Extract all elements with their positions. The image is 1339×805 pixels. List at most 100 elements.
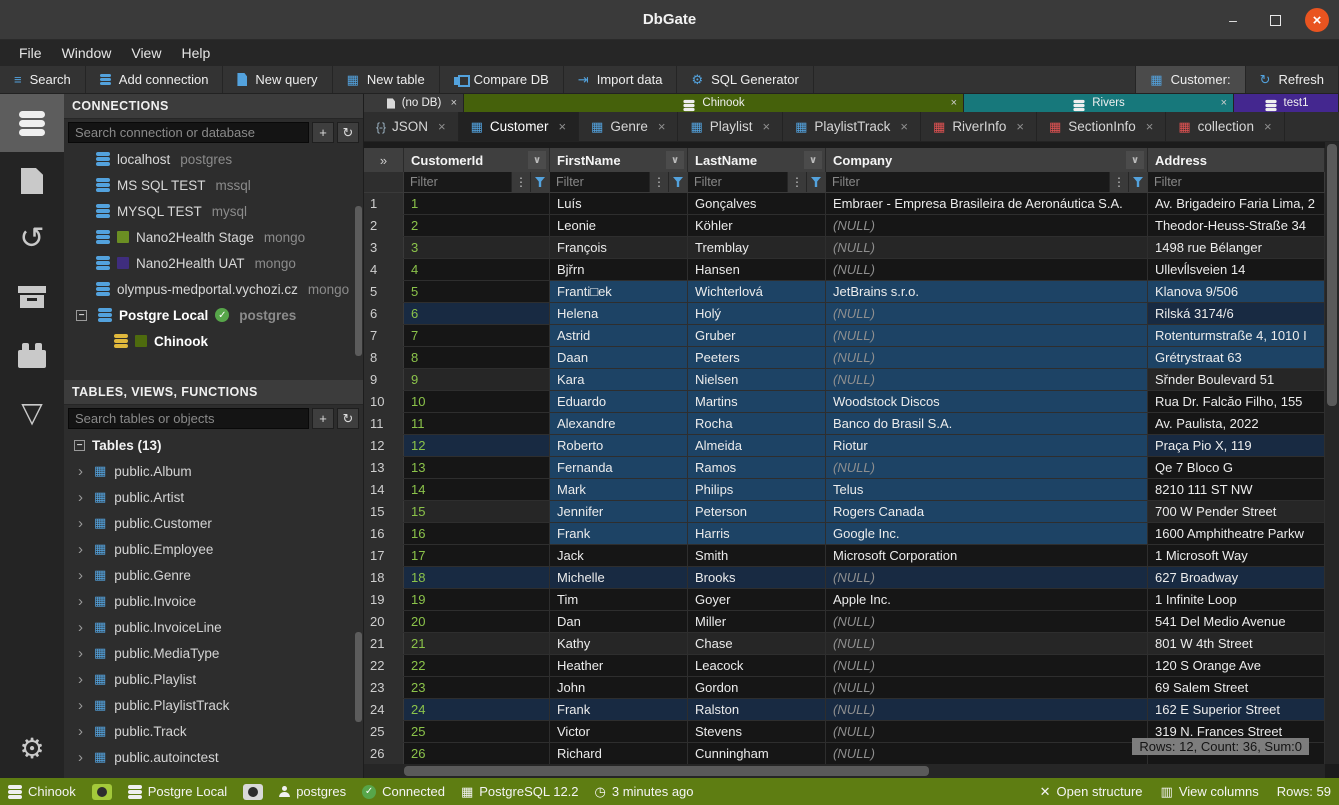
cell-last[interactable]: Harris (688, 523, 826, 544)
filter-input-last[interactable]: Filter (688, 172, 787, 192)
chevron-down-icon[interactable]: ∨ (1126, 151, 1144, 169)
cell-company[interactable]: (NULL) (826, 303, 1148, 324)
cell-address[interactable]: 1498 rue Bélanger (1148, 237, 1325, 258)
cell-first[interactable]: Frank (550, 699, 688, 720)
chevron-down-icon[interactable]: ∨ (528, 151, 546, 169)
cell-address[interactable]: 1600 Amphitheatre Parkw (1148, 523, 1325, 544)
row-number[interactable]: 22 (364, 655, 404, 676)
status-postgre-local[interactable]: Postgre Local (128, 784, 228, 799)
cell-id[interactable]: 9 (404, 369, 550, 390)
tab-customer[interactable]: ▦Customer × (459, 112, 579, 141)
tables-plus-button[interactable]: + (312, 408, 334, 429)
column-header-company[interactable]: Company ∨ (826, 148, 1148, 172)
cell-first[interactable]: Mark (550, 479, 688, 500)
row-number[interactable]: 6 (364, 303, 404, 324)
kebab-menu-icon[interactable]: ⋮ (1109, 172, 1128, 192)
cell-company[interactable]: (NULL) (826, 677, 1148, 698)
column-header-address[interactable]: Address (1148, 148, 1325, 172)
cell-company[interactable]: Woodstock Discos (826, 391, 1148, 412)
row-number[interactable]: 5 (364, 281, 404, 302)
table-item[interactable]: › ▦ public.PlaylistTrack (64, 692, 363, 718)
cell-address[interactable]: Rilská 3174/6 (1148, 303, 1325, 324)
status-view-columns[interactable]: ▥View columns (1161, 784, 1259, 800)
tab-collection[interactable]: ▦collection × (1166, 112, 1284, 141)
row-number[interactable]: 3 (364, 237, 404, 258)
cell-company[interactable]: Google Inc. (826, 523, 1148, 544)
funnel-icon[interactable] (1128, 172, 1147, 192)
cell-first[interactable]: Jack (550, 545, 688, 566)
cell-id[interactable]: 11 (404, 413, 550, 434)
row-number[interactable]: 23 (364, 677, 404, 698)
cell-company[interactable]: (NULL) (826, 237, 1148, 258)
cell-address[interactable]: Qe 7 Bloco G (1148, 457, 1325, 478)
cell-first[interactable]: Alexandre (550, 413, 688, 434)
chevron-right-icon[interactable]: › (78, 775, 86, 779)
cell-address[interactable]: 69 Salem Street (1148, 677, 1325, 698)
close-icon[interactable]: × (438, 119, 446, 134)
tables-search-input[interactable] (68, 408, 309, 429)
toolbar-button-import-data[interactable]: ⇥Import data (564, 66, 678, 93)
cell-company[interactable]: Banco do Brasil S.A. (826, 413, 1148, 434)
cell-id[interactable]: 20 (404, 611, 550, 632)
table-item[interactable]: › ▦ public.Album (64, 458, 363, 484)
cell-id[interactable]: 5 (404, 281, 550, 302)
cell-first[interactable]: John (550, 677, 688, 698)
chevron-right-icon[interactable]: › (78, 489, 86, 506)
close-icon[interactable]: × (1146, 119, 1154, 134)
cell-id[interactable]: 21 (404, 633, 550, 654)
cell-id[interactable]: 17 (404, 545, 550, 566)
rail-history-icon[interactable]: ↺ (0, 210, 64, 268)
cell-last[interactable]: Gordon (688, 677, 826, 698)
row-number[interactable]: 25 (364, 721, 404, 742)
cell-id[interactable]: 14 (404, 479, 550, 500)
cell-company[interactable]: (NULL) (826, 721, 1148, 742)
cell-company[interactable]: Microsoft Corporation (826, 545, 1148, 566)
connections-search-input[interactable] (68, 122, 309, 143)
menu-window[interactable]: Window (53, 43, 121, 63)
cell-first[interactable]: Franti□ek (550, 281, 688, 302)
grid-corner-expand[interactable]: » (364, 148, 404, 172)
cell-first[interactable]: Kara (550, 369, 688, 390)
cell-id[interactable]: 3 (404, 237, 550, 258)
cell-company[interactable]: (NULL) (826, 611, 1148, 632)
rail-database-icon[interactable] (0, 94, 64, 152)
tables-root[interactable]: − Tables (13) (64, 432, 363, 458)
rail-filter-icon[interactable]: ▽ (0, 384, 64, 442)
connection-item[interactable]: MYSQL TEST mysql (64, 198, 363, 224)
cell-id[interactable]: 12 (404, 435, 550, 456)
cell-id[interactable]: 23 (404, 677, 550, 698)
cell-company[interactable]: Rogers Canada (826, 501, 1148, 522)
chevron-right-icon[interactable]: › (78, 645, 86, 662)
horizontal-scrollbar[interactable] (364, 764, 1325, 778)
cell-company[interactable]: Riotur (826, 435, 1148, 456)
cell-last[interactable]: Chase (688, 633, 826, 654)
cell-address[interactable]: Rua Dr. Falcăo Filho, 155 (1148, 391, 1325, 412)
cell-last[interactable]: Wichterlová (688, 281, 826, 302)
filter-input-address[interactable]: Filter (1148, 172, 1324, 192)
status-postgres[interactable]: postgres (279, 784, 346, 799)
rail-plugins-icon[interactable] (0, 326, 64, 384)
kebab-menu-icon[interactable]: ⋮ (787, 172, 806, 192)
row-number[interactable]: 7 (364, 325, 404, 346)
close-icon[interactable]: × (1016, 119, 1024, 134)
cell-address[interactable]: 162 E Superior Street (1148, 699, 1325, 720)
row-number[interactable]: 19 (364, 589, 404, 610)
cell-first[interactable]: Jennifer (550, 501, 688, 522)
chevron-right-icon[interactable]: › (78, 671, 86, 688)
cell-address[interactable]: 1 Infinite Loop (1148, 589, 1325, 610)
tables-refresh-button[interactable]: ↻ (337, 408, 359, 429)
status-connected[interactable]: ✓Connected (362, 784, 445, 799)
cell-last[interactable]: Cunningham (688, 743, 826, 764)
connections-scrollbar[interactable] (355, 206, 362, 356)
chevron-down-icon[interactable]: ∨ (804, 151, 822, 169)
cell-last[interactable]: Martins (688, 391, 826, 412)
cell-first[interactable]: Frank (550, 523, 688, 544)
close-icon[interactable]: × (451, 97, 457, 109)
close-icon[interactable]: × (763, 119, 771, 134)
table-item[interactable]: › ▦ public.Genre (64, 562, 363, 588)
cell-first[interactable]: Helena (550, 303, 688, 324)
cell-last[interactable]: Ramos (688, 457, 826, 478)
status-chinook[interactable]: Chinook (8, 784, 76, 799)
cell-company[interactable]: (NULL) (826, 567, 1148, 588)
cell-id[interactable]: 19 (404, 589, 550, 610)
